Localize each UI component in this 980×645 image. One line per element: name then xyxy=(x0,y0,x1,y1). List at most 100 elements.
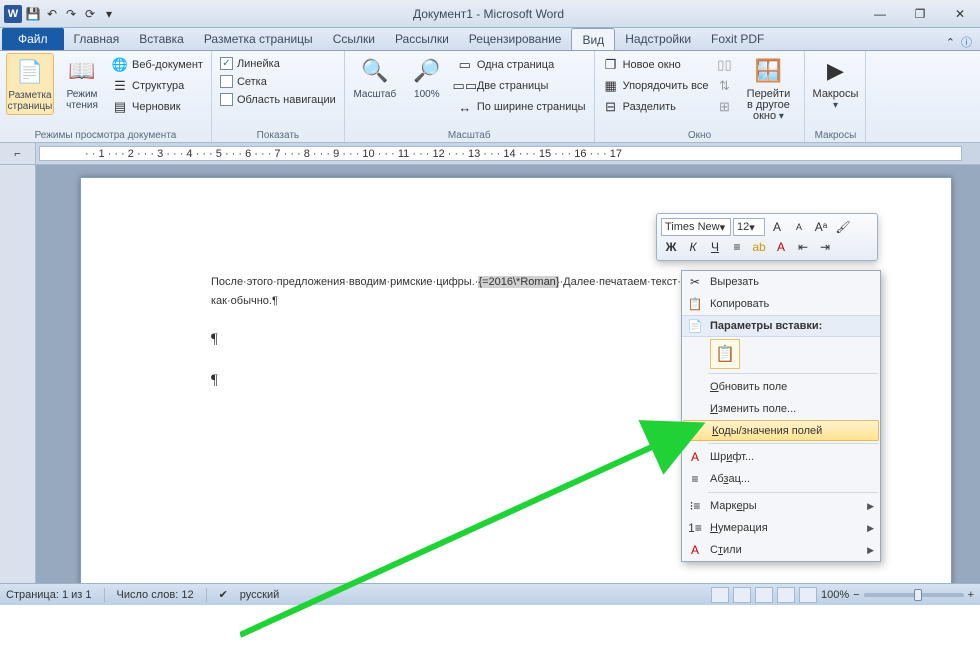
horizontal-ruler[interactable]: · · 1 · · · 2 · · · 3 · · · 4 · · · 5 · … xyxy=(39,146,962,161)
ctx-paragraph[interactable]: ≡Абзац... xyxy=(682,468,880,490)
macros-group-label: Макросы xyxy=(811,129,859,142)
file-tab[interactable]: Файл xyxy=(2,28,64,50)
zoom-group-label: Масштаб xyxy=(351,129,588,142)
zoom-thumb[interactable] xyxy=(914,589,922,601)
vertical-ruler[interactable] xyxy=(0,165,36,583)
ruler-check[interactable]: ✓Линейка xyxy=(218,56,338,71)
paste-option-button[interactable]: 📋 xyxy=(710,339,740,369)
checkbox-icon: ✓ xyxy=(220,57,233,70)
zoom-in-icon[interactable]: + xyxy=(968,589,974,601)
undo-icon[interactable]: ↶ xyxy=(44,6,60,22)
spell-icon[interactable]: ✔ xyxy=(219,588,228,601)
status-zoom[interactable]: 100% xyxy=(821,589,849,601)
zoom-slider[interactable] xyxy=(864,593,964,597)
size-selector[interactable]: 12 ▾ xyxy=(733,218,765,236)
tab-layout[interactable]: Разметка страницы xyxy=(194,28,323,50)
numbering-icon: 1≡ xyxy=(687,520,703,536)
tab-view[interactable]: Вид xyxy=(571,28,615,50)
ctx-edit-field[interactable]: Изменить поле... xyxy=(682,398,880,420)
grow-font-icon[interactable]: A xyxy=(767,218,787,236)
close-button[interactable]: ✕ xyxy=(940,2,980,26)
tab-foxit[interactable]: Foxit PDF xyxy=(701,28,774,50)
font-selector[interactable]: Times New ▾ xyxy=(661,218,731,236)
zoom-button[interactable]: 🔍 Масштаб xyxy=(351,53,399,102)
tab-insert[interactable]: Вставка xyxy=(129,28,194,50)
group-show: ✓Линейка Сетка Область навигации Показат… xyxy=(212,51,345,142)
tab-addins[interactable]: Надстройки xyxy=(615,28,701,50)
twopages-button[interactable]: ▭▭Две страницы xyxy=(455,77,588,95)
shrink-font-icon[interactable]: A xyxy=(789,218,809,236)
ctx-update-field[interactable]: Обновить поле xyxy=(682,376,880,398)
print-layout-label: Разметка страницы xyxy=(8,90,53,112)
zoom100-button[interactable]: 🔎 100% xyxy=(403,53,451,102)
ctx-separator xyxy=(708,373,878,374)
arrange-label: Упорядочить все xyxy=(623,80,709,92)
split-button[interactable]: ⊟Разделить xyxy=(601,98,711,116)
help-icon[interactable]: ⓘ xyxy=(961,34,972,50)
view-read-button[interactable] xyxy=(733,587,751,603)
ctx-font[interactable]: AШрифт... xyxy=(682,446,880,468)
status-language[interactable]: русский xyxy=(240,589,279,601)
font-color-icon[interactable]: A xyxy=(771,238,791,256)
tab-review[interactable]: Рецензирование xyxy=(459,28,572,50)
view-outline-button[interactable] xyxy=(777,587,795,603)
onepage-button[interactable]: ▭Одна страница xyxy=(455,56,588,74)
italic-icon[interactable]: К xyxy=(683,238,703,256)
web-label: Веб-документ xyxy=(132,59,203,71)
group-zoom: 🔍 Масштаб 🔎 100% ▭Одна страница ▭▭Две ст… xyxy=(345,51,595,142)
reset-pos-button: ⊞ xyxy=(714,98,734,116)
highlight-icon[interactable]: ab xyxy=(749,238,769,256)
bold-icon[interactable]: Ж xyxy=(661,238,681,256)
tab-home[interactable]: Главная xyxy=(64,28,130,50)
view-draft-button[interactable] xyxy=(799,587,817,603)
pagewidth-button[interactable]: ↔По ширине страницы xyxy=(455,98,588,116)
format-painter-icon[interactable]: 🖌 xyxy=(833,218,853,236)
tab-refs[interactable]: Ссылки xyxy=(323,28,385,50)
indent-inc-icon[interactable]: ⇥ xyxy=(815,238,835,256)
maximize-button[interactable]: ❐ xyxy=(900,2,940,26)
ctx-bullets[interactable]: ⁝≡Маркеры▶ xyxy=(682,495,880,517)
ctx-separator xyxy=(708,443,878,444)
status-words[interactable]: Число слов: 12 xyxy=(117,589,194,601)
save-icon[interactable]: 💾 xyxy=(25,6,41,22)
redo-icon[interactable]: ↷ xyxy=(63,6,79,22)
horizontal-ruler-area: ⌐ · · 1 · · · 2 · · · 3 · · · 4 · · · 5 … xyxy=(0,143,980,165)
field-code[interactable]: {=2016\*Roman} xyxy=(478,276,559,288)
status-page[interactable]: Страница: 1 из 1 xyxy=(6,589,92,601)
draft-button[interactable]: ▤ Черновик xyxy=(110,98,205,116)
macros-button[interactable]: ▶ Макросы▾ xyxy=(811,53,859,113)
page[interactable]: После·этого·предложения·вводим·римские·ц… xyxy=(80,177,952,583)
reading-button[interactable]: 📖 Режим чтения xyxy=(58,53,106,113)
ctx-toggle-field-codes[interactable]: Коды/значения полей xyxy=(683,420,879,441)
grid-check[interactable]: Сетка xyxy=(218,74,338,89)
print-layout-button[interactable]: 📄 Разметка страницы xyxy=(6,53,54,115)
outline-button[interactable]: ☰Структура xyxy=(110,77,205,95)
align-center-icon[interactable]: ≡ xyxy=(727,238,747,256)
paste-icon: 📄 xyxy=(687,318,703,334)
view-print-button[interactable] xyxy=(711,587,729,603)
underline-icon[interactable]: Ч xyxy=(705,238,725,256)
minimize-button[interactable]: — xyxy=(860,2,900,26)
group-macros: ▶ Макросы▾ Макросы xyxy=(805,51,866,142)
newwin-button[interactable]: ❐Новое окно xyxy=(601,56,711,74)
indent-dec-icon[interactable]: ⇤ xyxy=(793,238,813,256)
zoom-out-icon[interactable]: − xyxy=(853,589,859,601)
ribbon-min-icon[interactable]: ⌃ xyxy=(946,36,955,49)
font-icon: A xyxy=(687,449,703,465)
ctx-styles[interactable]: AСтили▶ xyxy=(682,539,880,561)
sidebyside-button: ▯▯ xyxy=(714,56,734,74)
navpane-check[interactable]: Область навигации xyxy=(218,92,338,107)
refresh-icon[interactable]: ⟳ xyxy=(82,6,98,22)
ctx-numbering[interactable]: 1≡Нумерация▶ xyxy=(682,517,880,539)
arrange-button[interactable]: ▦Упорядочить все xyxy=(601,77,711,95)
web-layout-button[interactable]: 🌐Веб-документ xyxy=(110,56,205,74)
qat-dropdown-icon[interactable]: ▾ xyxy=(101,6,117,22)
twopages-label: Две страницы xyxy=(477,80,549,92)
tab-mail[interactable]: Рассылки xyxy=(385,28,459,50)
switch-window-button[interactable]: 🪟 Перейти в другое окно ▾ xyxy=(738,53,798,124)
draft-label: Черновик xyxy=(132,101,181,113)
document-scroll[interactable]: После·этого·предложения·вводим·римские·ц… xyxy=(36,165,980,583)
draft-icon: ▤ xyxy=(112,99,128,115)
styles-icon[interactable]: Aᵃ xyxy=(811,218,831,236)
view-web-button[interactable] xyxy=(755,587,773,603)
